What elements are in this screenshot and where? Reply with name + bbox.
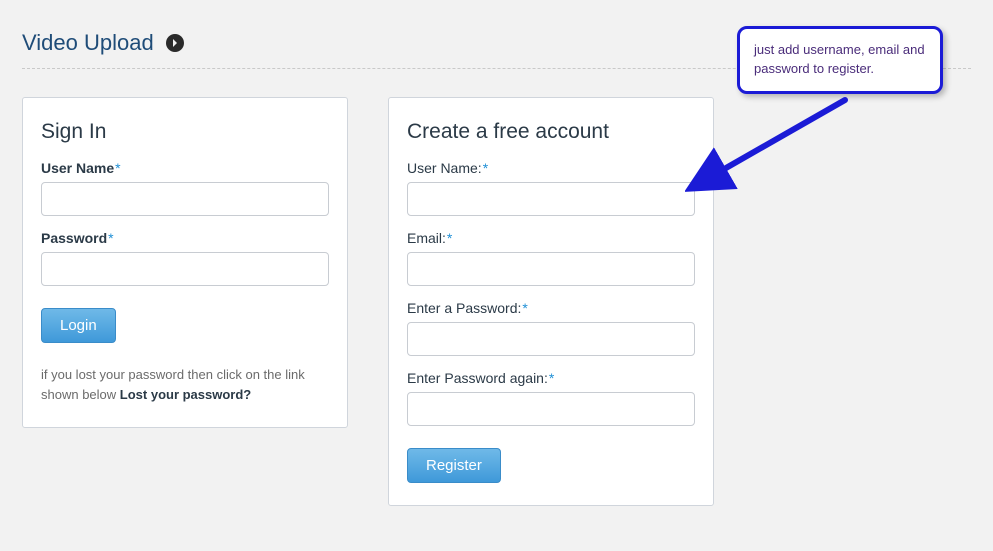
lost-password-link[interactable]: Lost your password? bbox=[120, 387, 251, 402]
required-mark: * bbox=[483, 160, 488, 176]
register-button[interactable]: Register bbox=[407, 448, 501, 483]
register-password2-label: Enter Password again:* bbox=[407, 370, 695, 386]
required-mark: * bbox=[549, 370, 554, 386]
signin-password-input[interactable] bbox=[41, 252, 329, 286]
register-email-input[interactable] bbox=[407, 252, 695, 286]
signin-password-label: Password* bbox=[41, 230, 329, 246]
register-card: Create a free account User Name:* Email:… bbox=[388, 97, 714, 506]
chevron-right-icon bbox=[166, 34, 184, 52]
register-password-label: Enter a Password:* bbox=[407, 300, 695, 316]
page-title: Video Upload bbox=[22, 30, 154, 56]
register-password2-input[interactable] bbox=[407, 392, 695, 426]
label-text: User Name: bbox=[407, 160, 482, 176]
label-text: User Name bbox=[41, 160, 114, 176]
annotation-callout: just add username, email and password to… bbox=[737, 26, 943, 94]
label-text: Enter Password again: bbox=[407, 370, 548, 386]
register-password-input[interactable] bbox=[407, 322, 695, 356]
required-mark: * bbox=[522, 300, 527, 316]
register-username-label: User Name:* bbox=[407, 160, 695, 176]
lost-password-helper: if you lost your password then click on … bbox=[41, 365, 329, 405]
login-button[interactable]: Login bbox=[41, 308, 116, 343]
label-text: Email: bbox=[407, 230, 446, 246]
required-mark: * bbox=[108, 230, 113, 246]
required-mark: * bbox=[115, 160, 120, 176]
signin-username-label: User Name* bbox=[41, 160, 329, 176]
label-text: Password bbox=[41, 230, 107, 246]
register-email-label: Email:* bbox=[407, 230, 695, 246]
register-title: Create a free account bbox=[407, 120, 695, 144]
signin-username-input[interactable] bbox=[41, 182, 329, 216]
label-text: Enter a Password: bbox=[407, 300, 521, 316]
register-username-input[interactable] bbox=[407, 182, 695, 216]
required-mark: * bbox=[447, 230, 452, 246]
signin-title: Sign In bbox=[41, 120, 329, 144]
signin-card: Sign In User Name* Password* Login if yo… bbox=[22, 97, 348, 428]
